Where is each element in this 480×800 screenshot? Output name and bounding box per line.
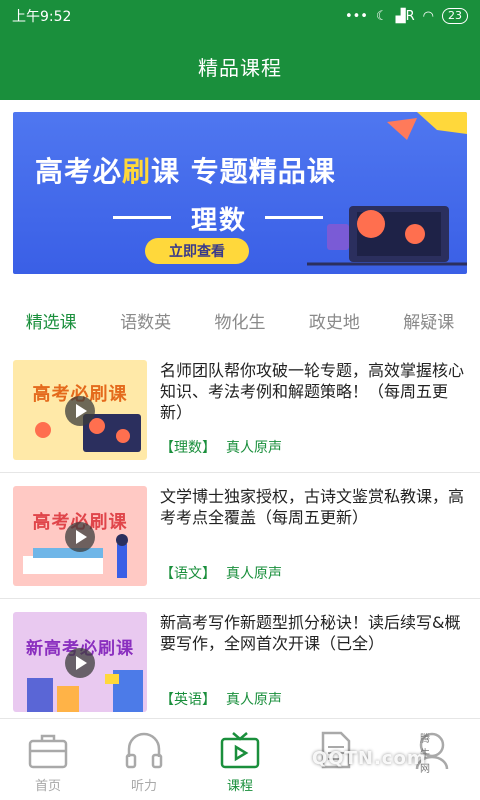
divider (0, 472, 480, 473)
headphones-icon (125, 732, 163, 769)
status-time: 上午9:52 (12, 9, 72, 25)
signal-icon: ▟R (395, 8, 415, 24)
tab-featured[interactable]: 精选课 (26, 308, 77, 333)
subject-tag: 【英语】 (160, 692, 216, 708)
subject-tag: 【理数】 (160, 440, 216, 456)
video-icon (220, 732, 260, 769)
course-description: 名师团队帮你攻破一轮专题，高效掌握核心知识、考法考例和解题策略！（每周五更新） (160, 361, 465, 422)
page-title: 精品课程 (0, 32, 480, 100)
watermark-sub: 腾牛网 (420, 734, 431, 775)
nav-label: 课程 (226, 779, 253, 794)
tab-physics-chemistry-biology[interactable]: 物化生 (214, 308, 265, 333)
status-bar: 上午9:52 ••• ☾ ▟R ◠ 23 (0, 0, 480, 32)
course-description: 新高考写作新题型抓分秘诀！读后续写&概要写作，全网首次开课（已全） (160, 613, 461, 653)
nav-home[interactable]: 首页 (0, 719, 96, 800)
more-dots-icon: ••• (344, 8, 368, 24)
course-tags: 【语文】 真人原声 (160, 563, 282, 583)
voice-tag: 真人原声 (226, 566, 282, 582)
voice-tag: 真人原声 (226, 692, 282, 708)
tab-politics-history-geography[interactable]: 政史地 (309, 308, 360, 333)
course-tags: 【理数】 真人原声 (160, 437, 282, 457)
banner-subtitle: 理数 (191, 206, 248, 236)
status-icons: ••• ☾ ▟R ◠ 23 (345, 8, 468, 24)
nav-courses[interactable]: 课程 (192, 719, 288, 800)
tab-chinese-math-english[interactable]: 语数英 (120, 308, 171, 333)
course-thumbnail[interactable]: 高考必刷课 (13, 360, 147, 460)
course-item[interactable]: 高考必刷课 文学博士独家授权，古诗文鉴赏私教课，高考考点全覆盖（每周五更新） 【… (13, 486, 467, 596)
wifi-icon: ◠ (422, 8, 434, 24)
play-icon[interactable] (65, 648, 95, 678)
course-thumbnail[interactable]: 新高考必刷课 (13, 612, 147, 712)
course-item[interactable]: 高考必刷课 名师团队帮你攻破一轮专题，高效掌握核心知识、考法考例和解题策略！（每… (13, 360, 467, 470)
nav-listening[interactable]: 听力 (96, 719, 192, 800)
nav-label: 听力 (130, 779, 157, 794)
category-tabs: 精选课 语数英 物化生 政史地 解疑课 (0, 300, 480, 340)
briefcase-icon (28, 734, 68, 769)
play-icon[interactable] (65, 522, 95, 552)
tab-qa-course[interactable]: 解疑课 (403, 308, 454, 333)
voice-tag: 真人原声 (226, 440, 282, 456)
promo-banner[interactable]: 高考必刷课 专题精品课 理数 立即查看 (13, 112, 467, 274)
divider (0, 598, 480, 599)
moon-icon: ☾ (375, 8, 388, 24)
course-tags: 【英语】 真人原声 (160, 689, 282, 709)
subject-tag: 【语文】 (160, 566, 216, 582)
nav-label: 首页 (34, 779, 61, 794)
banner-illustration (307, 112, 467, 266)
course-item[interactable]: 新高考必刷课 新高考写作新题型抓分秘诀！读后续写&概要写作，全网首次开课（已全）… (13, 612, 467, 722)
course-description: 文学博士独家授权，古诗文鉴赏私教课，高考考点全覆盖（每周五更新） (160, 487, 465, 527)
battery-icon: 23 (442, 8, 468, 24)
course-thumbnail[interactable]: 高考必刷课 (13, 486, 147, 586)
banner-dash-left (113, 216, 171, 219)
watermark: QQTN.com 腾牛网 (312, 734, 430, 775)
play-icon[interactable] (65, 396, 95, 426)
banner-dash-right (265, 216, 323, 219)
banner-view-button[interactable]: 立即查看 (145, 238, 249, 264)
banner-title: 高考必刷课 专题精品课 (35, 155, 336, 188)
